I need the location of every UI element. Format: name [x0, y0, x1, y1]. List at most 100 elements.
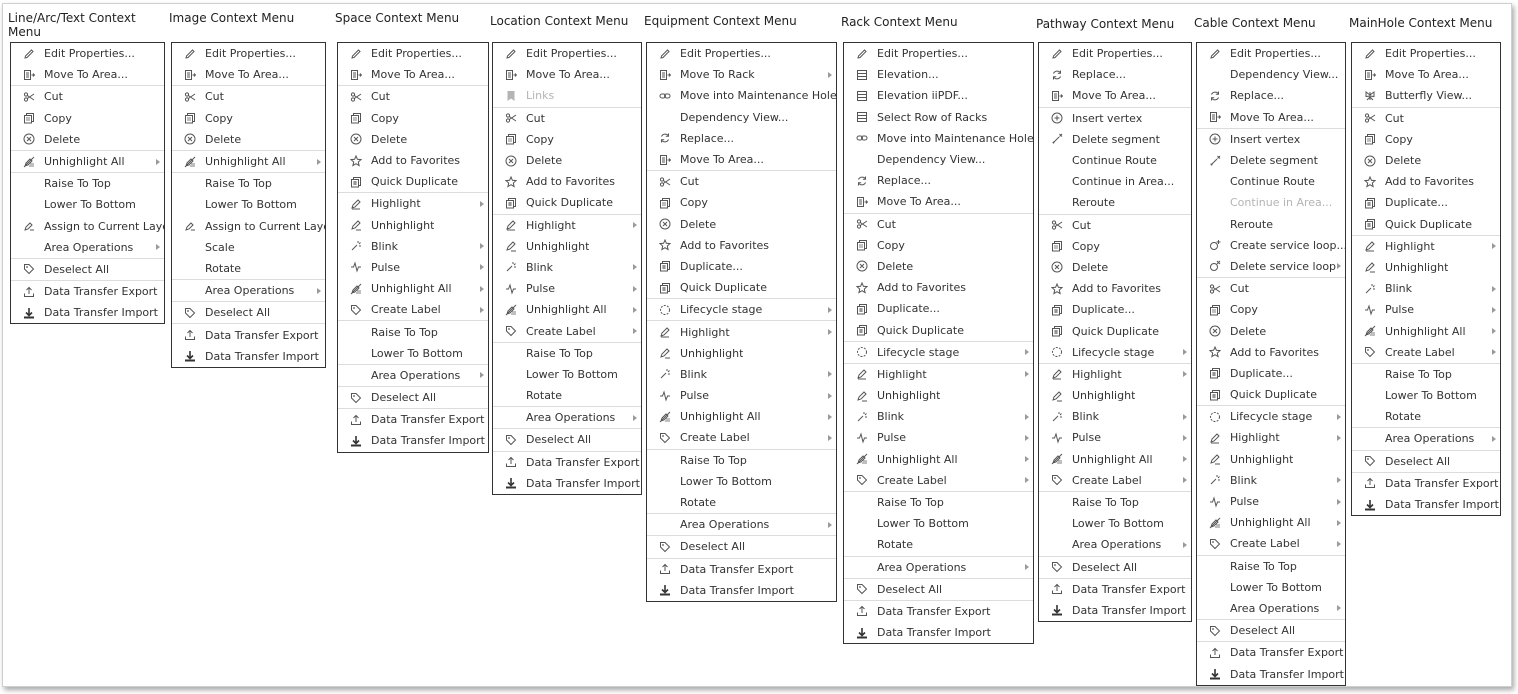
menu-item[interactable]: Deselect All [844, 577, 1033, 600]
menu-item[interactable]: Cut [11, 85, 164, 107]
menu-item[interactable]: Delete segment [1197, 150, 1345, 171]
menu-item[interactable]: Butterfly View... [1352, 85, 1500, 106]
menu-item[interactable]: Lower To Bottom [1352, 385, 1500, 406]
menu-item[interactable]: Data Transfer Import [338, 430, 488, 451]
menu-item[interactable]: Raise To Top [1197, 554, 1345, 577]
menu-item[interactable]: Highlight [1197, 427, 1345, 448]
menu-item[interactable]: Copy [1039, 236, 1191, 257]
menu-item[interactable]: Quick Duplicate [647, 277, 836, 298]
menu-item[interactable]: Move To Area... [493, 64, 641, 85]
menu-item[interactable]: Data Transfer Import [1352, 494, 1500, 515]
menu-item[interactable]: Copy [11, 108, 164, 129]
menu-item[interactable]: Copy [493, 129, 641, 150]
menu-item[interactable]: Area Operations [1197, 598, 1345, 619]
menu-item[interactable]: Create service loop... [1197, 235, 1345, 256]
menu-item[interactable]: Insert vertex [1039, 106, 1191, 129]
menu-item[interactable]: Edit Properties... [493, 43, 641, 64]
menu-item[interactable]: Blink [493, 257, 641, 278]
menu-item[interactable]: Raise To Top [1039, 490, 1191, 513]
menu-item[interactable]: Move To Area... [338, 64, 488, 85]
menu-item[interactable]: Data Transfer Export [1039, 577, 1191, 600]
menu-item[interactable]: Assign to Current Layer [11, 216, 164, 237]
menu-item[interactable]: Scale [172, 237, 325, 258]
menu-item[interactable]: Area Operations [647, 513, 836, 535]
menu-item[interactable]: Cut [1352, 106, 1500, 129]
menu-item[interactable]: Lower To Bottom [1197, 577, 1345, 598]
menu-item[interactable]: Deselect All [647, 535, 836, 557]
menu-item[interactable]: Move To Area... [172, 64, 325, 85]
menu-item[interactable]: Add to Favorites [844, 277, 1033, 298]
menu-item[interactable]: Edit Properties... [338, 43, 488, 64]
menu-item[interactable]: Dependency View... [1197, 64, 1345, 85]
menu-item[interactable]: Delete segment [1039, 129, 1191, 150]
menu-item[interactable]: Unhighlight [1039, 385, 1191, 406]
menu-item[interactable]: Lower To Bottom [844, 513, 1033, 534]
menu-item[interactable]: Area Operations [172, 279, 325, 301]
menu-item[interactable]: Cut [844, 212, 1033, 235]
menu-item[interactable]: Edit Properties... [1352, 43, 1500, 64]
menu-item[interactable]: Rotate [844, 534, 1033, 555]
menu-item[interactable]: Create Label [1197, 533, 1345, 554]
menu-item[interactable]: Edit Properties... [11, 43, 164, 64]
menu-item[interactable]: Add to Favorites [1197, 342, 1345, 363]
menu-item[interactable]: Area Operations [1352, 427, 1500, 449]
menu-item[interactable]: Lower To Bottom [493, 364, 641, 385]
menu-item[interactable]: Data Transfer Export [493, 450, 641, 473]
menu-item[interactable]: Blink [1197, 470, 1345, 491]
menu-item[interactable]: Create Label [1039, 470, 1191, 491]
menu-item[interactable]: Lifecycle stage [1039, 342, 1191, 363]
menu-item[interactable]: Continue Route [1197, 171, 1345, 192]
menu-item[interactable]: Raise To Top [338, 320, 488, 342]
menu-item[interactable]: Pulse [493, 278, 641, 299]
menu-item[interactable]: Edit Properties... [844, 43, 1033, 64]
menu-item[interactable]: Data Transfer Import [11, 302, 164, 323]
menu-item[interactable]: Move To Area... [1197, 107, 1345, 128]
menu-item[interactable]: Pulse [647, 385, 836, 406]
menu-item[interactable]: Data Transfer Import [172, 346, 325, 367]
menu-item[interactable]: Quick Duplicate [1039, 320, 1191, 341]
menu-item[interactable]: Rotate [1352, 406, 1500, 427]
menu-item[interactable]: Unhighlight [1197, 449, 1345, 470]
menu-item[interactable]: Unhighlight [844, 385, 1033, 406]
menu-item[interactable]: Pulse [338, 257, 488, 278]
menu-item[interactable]: Copy [1352, 129, 1500, 150]
menu-item[interactable]: Copy [647, 192, 836, 213]
menu-item[interactable]: Unhighlight All [493, 299, 641, 320]
menu-item[interactable]: Cut [338, 85, 488, 107]
menu-item[interactable]: Data Transfer Import [1197, 663, 1345, 684]
menu-item[interactable]: Edit Properties... [1197, 43, 1345, 64]
menu-item[interactable]: Unhighlight All [172, 149, 325, 172]
menu-item[interactable]: Area Operations [493, 406, 641, 428]
menu-item[interactable]: Move To Area... [11, 64, 164, 85]
menu-item[interactable]: Area Operations [844, 555, 1033, 578]
menu-item[interactable]: Replace... [844, 170, 1033, 191]
menu-item[interactable]: Delete [338, 129, 488, 150]
menu-item[interactable]: Create Label [338, 299, 488, 320]
menu-item[interactable]: Highlight [647, 320, 836, 342]
menu-item[interactable]: Highlight [1352, 234, 1500, 257]
menu-item[interactable]: Data Transfer Export [338, 408, 488, 430]
menu-item[interactable]: Unhighlight All [1352, 320, 1500, 341]
menu-item[interactable]: Duplicate... [844, 298, 1033, 319]
menu-item[interactable]: Data Transfer Import [493, 473, 641, 494]
menu-item[interactable]: Cut [1197, 277, 1345, 299]
menu-item[interactable]: Create Label [493, 320, 641, 341]
menu-item[interactable]: Add to Favorites [647, 235, 836, 256]
menu-item[interactable]: Data Transfer Import [647, 580, 836, 601]
menu-item[interactable]: Delete [1039, 257, 1191, 278]
menu-item[interactable]: Elevation iiPDF... [844, 85, 1033, 106]
menu-item[interactable]: Delete service loop [1197, 256, 1345, 277]
menu-item[interactable]: Deselect All [172, 301, 325, 323]
menu-item[interactable]: Reroute [1039, 192, 1191, 213]
menu-item[interactable]: Highlight [493, 213, 641, 236]
menu-item[interactable]: Delete [11, 129, 164, 150]
menu-item[interactable]: Add to Favorites [493, 171, 641, 192]
menu-item[interactable]: Duplicate... [1039, 299, 1191, 320]
menu-item[interactable]: Highlight [844, 362, 1033, 385]
menu-item[interactable]: Raise To Top [844, 490, 1033, 513]
menu-item[interactable]: Assign to Current Layer [172, 216, 325, 237]
menu-item[interactable]: Unhighlight All [647, 406, 836, 427]
menu-item[interactable]: Deselect All [1352, 449, 1500, 472]
menu-item[interactable]: Blink [844, 406, 1033, 427]
menu-item[interactable]: Quick Duplicate [493, 192, 641, 213]
